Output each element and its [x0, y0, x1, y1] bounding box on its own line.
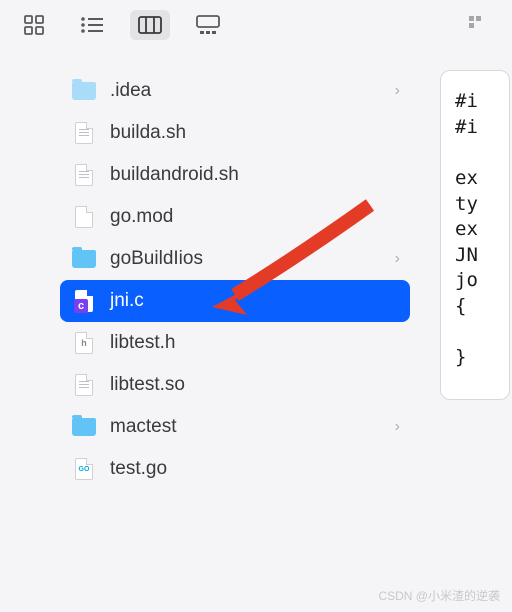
- chevron-right-icon: ›: [395, 82, 400, 100]
- go-file-icon: GO: [72, 457, 96, 481]
- code-preview-panel: #i #i ex ty ex JN jo { }: [440, 70, 510, 400]
- file-icon: [72, 163, 96, 187]
- file-row[interactable]: .idea ›: [60, 70, 410, 112]
- gallery-view-button[interactable]: [188, 10, 228, 40]
- chevron-right-icon: ›: [395, 418, 400, 436]
- file-row[interactable]: c jni.c: [60, 280, 410, 322]
- list-view-button[interactable]: [72, 10, 112, 40]
- h-file-icon: h: [72, 331, 96, 355]
- file-name-label: buildandroid.sh: [110, 164, 239, 186]
- icon-view-button[interactable]: [14, 10, 54, 40]
- file-icon: [72, 121, 96, 145]
- group-view-button[interactable]: [458, 10, 498, 40]
- file-row[interactable]: h libtest.h: [60, 322, 410, 364]
- folder-icon: [72, 415, 96, 439]
- file-row[interactable]: libtest.so: [60, 364, 410, 406]
- content-area: .idea › builda.sh buildandroid.sh go.mod goBu…: [0, 50, 512, 490]
- file-name-label: .idea: [110, 80, 151, 102]
- chevron-right-icon: ›: [395, 250, 400, 268]
- file-row[interactable]: go.mod: [60, 196, 410, 238]
- view-toolbar: [0, 0, 512, 50]
- file-name-label: goBuildIios: [110, 248, 203, 270]
- file-name-label: libtest.h: [110, 332, 175, 354]
- column-view-button[interactable]: [130, 10, 170, 40]
- file-name-label: mactest: [110, 416, 177, 438]
- c-file-icon: c: [72, 289, 96, 313]
- file-name-label: libtest.so: [110, 374, 185, 396]
- file-row[interactable]: goBuildIios ›: [60, 238, 410, 280]
- file-name-label: go.mod: [110, 206, 173, 228]
- file-row[interactable]: builda.sh: [60, 112, 410, 154]
- file-name-label: jni.c: [110, 290, 144, 312]
- file-name-label: builda.sh: [110, 122, 186, 144]
- folder-icon: [72, 79, 96, 103]
- file-row[interactable]: GO test.go: [60, 448, 410, 490]
- file-row[interactable]: buildandroid.sh: [60, 154, 410, 196]
- file-icon: [72, 373, 96, 397]
- file-name-label: test.go: [110, 458, 167, 480]
- file-column: .idea › builda.sh buildandroid.sh go.mod goBu…: [60, 70, 410, 490]
- folder-icon: [72, 247, 96, 271]
- file-icon: [72, 205, 96, 229]
- watermark-text: CSDN @小米渣的逆袭: [378, 587, 500, 604]
- file-row[interactable]: mactest ›: [60, 406, 410, 448]
